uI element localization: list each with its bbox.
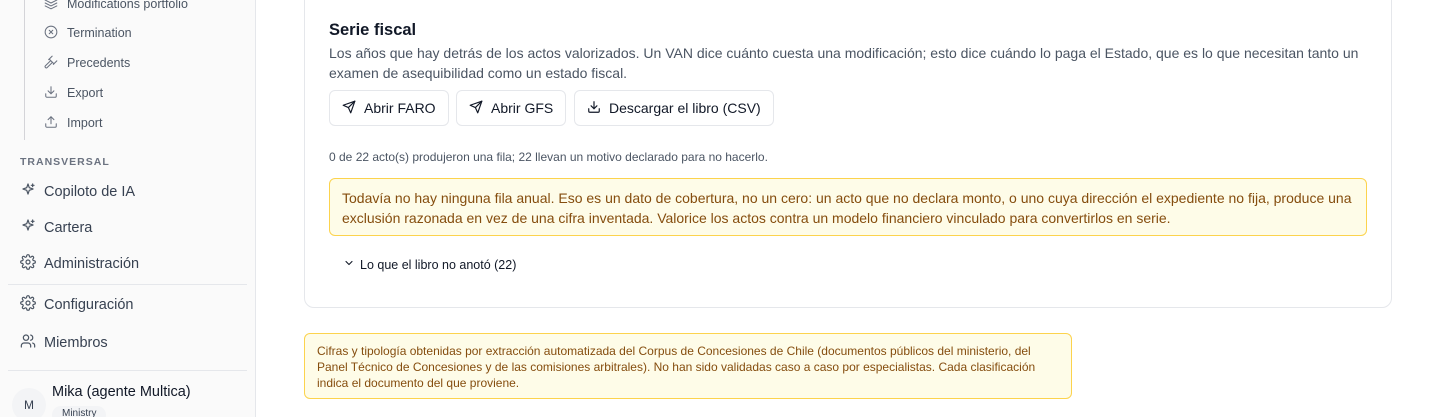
sidebar-item-precedents[interactable]: Precedents — [44, 53, 130, 73]
button-label: Abrir FARO — [364, 100, 436, 116]
sidebar-item-label: Export — [67, 86, 104, 100]
sidebar-divider — [8, 370, 247, 371]
section-label: TRANSVERSAL — [20, 156, 110, 168]
layers-icon — [44, 0, 58, 13]
app: Modifications portfolio Termination Prec… — [0, 0, 1440, 417]
data-source-notice: Cifras y tipología obtenidas por extracc… — [304, 333, 1072, 399]
download-icon — [44, 85, 58, 102]
sidebar-item-copiloto[interactable]: Copiloto de IA — [20, 180, 135, 204]
sidebar-item-label: Modifications portfolio — [67, 0, 188, 11]
gavel-icon — [44, 55, 58, 72]
card-description: Los años que hay detrás de los actos val… — [329, 45, 1359, 81]
sidebar-item-label: Copiloto de IA — [44, 184, 136, 200]
sidebar-item-label: Precedents — [67, 56, 131, 70]
toggle-label: Lo que el libro no anotó (22) — [360, 257, 517, 272]
card-title: Serie fiscal — [329, 21, 417, 39]
send-icon — [342, 100, 356, 117]
coverage-warning: Todavía no hay ninguna fila anual. Eso e… — [329, 178, 1367, 236]
button-label: Descargar el libro (CSV) — [609, 100, 761, 116]
sidebar-item-label: Administración — [44, 256, 140, 272]
sidebar-item-administracion[interactable]: Administración — [20, 252, 139, 276]
sidebar-item-label: Import — [67, 116, 103, 130]
download-csv-button[interactable]: Descargar el libro (CSV) — [574, 90, 774, 126]
sparkles-icon — [20, 182, 36, 202]
user-menu[interactable]: M Mika (agente Multica) Ministry — [8, 380, 248, 417]
sidebar-item-cartera[interactable]: Cartera — [20, 216, 92, 240]
tree-line — [24, 0, 25, 140]
avatar: M — [12, 388, 46, 417]
download-icon — [587, 100, 601, 117]
user-name: Mika (agente Multica) — [52, 384, 191, 400]
chevron-down-icon — [343, 257, 355, 272]
sidebar-item-modifications-portfolio[interactable]: Modifications portfolio — [44, 0, 188, 14]
x-circle-icon — [44, 25, 58, 42]
sparkles-icon — [20, 218, 36, 238]
sidebar-item-label: Termination — [67, 26, 132, 40]
coverage-status: 0 de 22 acto(s) produjeron una fila; 22 … — [329, 150, 768, 164]
open-gfs-button[interactable]: Abrir GFS — [456, 90, 567, 126]
sidebar-item-label: Cartera — [44, 220, 93, 236]
open-faro-button[interactable]: Abrir FARO — [329, 90, 449, 126]
excluded-acts-toggle[interactable]: Lo que el libro no anotó (22) — [343, 257, 516, 272]
gear-icon — [20, 254, 36, 274]
upload-icon — [44, 115, 58, 132]
sidebar-divider — [8, 284, 247, 285]
gear-icon — [20, 295, 36, 315]
sidebar-item-label: Configuración — [44, 297, 134, 313]
send-icon — [469, 100, 483, 117]
sidebar-item-export[interactable]: Export — [44, 83, 103, 103]
sidebar-item-miembros[interactable]: Miembros — [20, 331, 108, 355]
users-icon — [20, 333, 36, 353]
sidebar-item-configuracion[interactable]: Configuración — [20, 293, 133, 317]
sidebar-item-import[interactable]: Import — [44, 113, 102, 133]
button-label: Abrir GFS — [491, 100, 554, 116]
sidebar-item-label: Miembros — [44, 335, 108, 351]
sidebar-item-termination[interactable]: Termination — [44, 23, 132, 43]
role-badge: Ministry — [52, 406, 107, 417]
sidebar: Modifications portfolio Termination Prec… — [0, 0, 256, 417]
